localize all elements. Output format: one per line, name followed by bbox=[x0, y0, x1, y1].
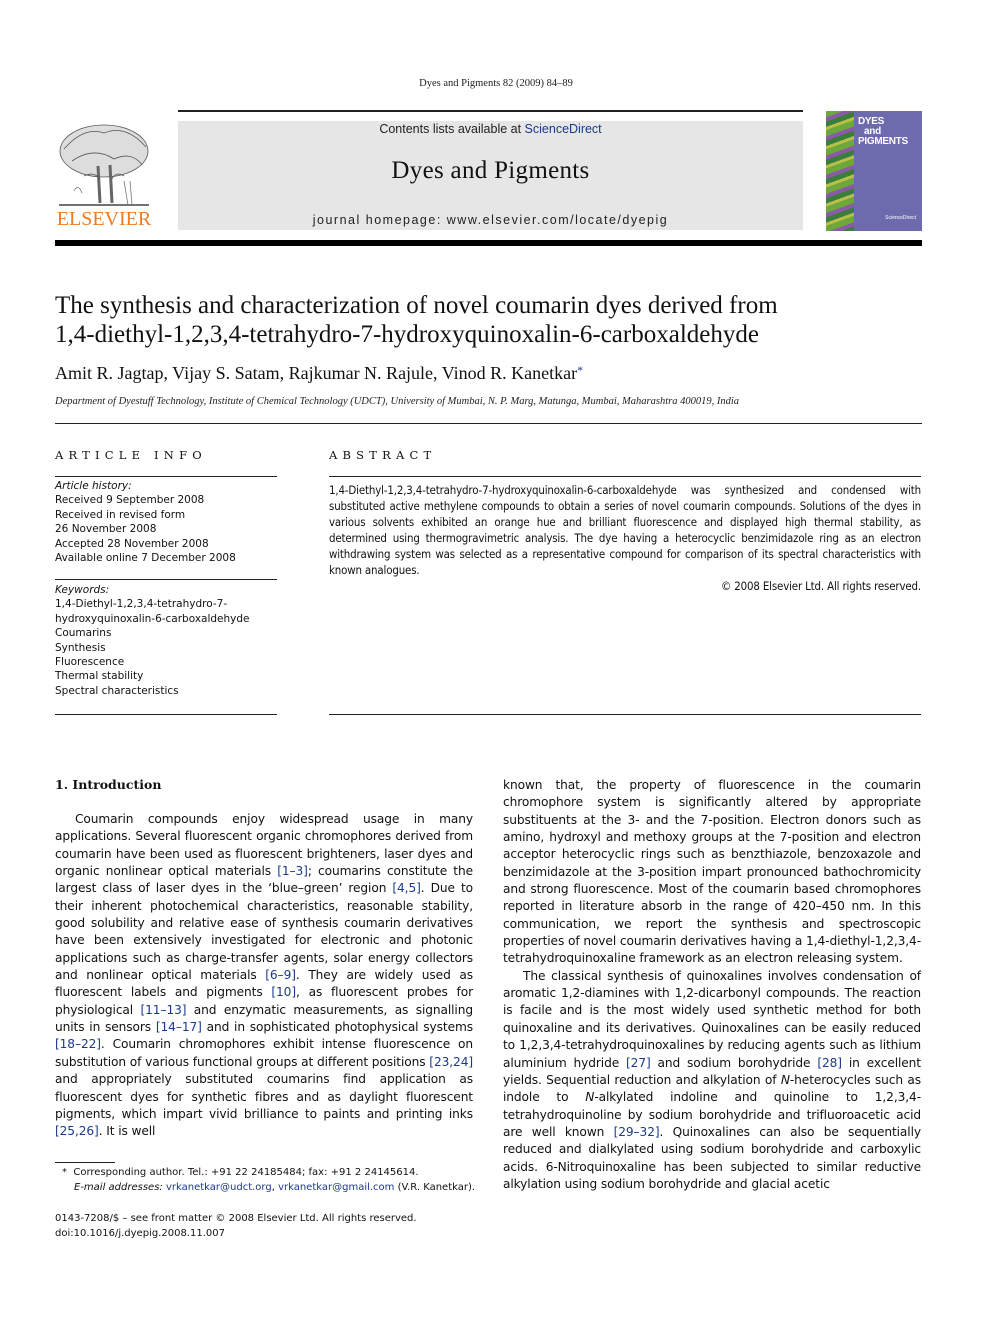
contents-prefix: Contents lists available at bbox=[379, 122, 525, 136]
footnote: * Corresponding author. Tel.: +91 22 241… bbox=[62, 1167, 476, 1193]
history-item: Accepted 28 November 2008 bbox=[55, 537, 209, 550]
citation-link[interactable]: [1–3] bbox=[277, 864, 308, 878]
author-list: Amit R. Jagtap, Vijay S. Satam, Rajkumar… bbox=[55, 363, 583, 384]
history-item: Available online 7 December 2008 bbox=[55, 552, 236, 565]
journal-banner: Contents lists available at ScienceDirec… bbox=[178, 121, 803, 230]
header-top-rule bbox=[178, 110, 803, 112]
keyword: 1,4-Diethyl-1,2,3,4-tetrahydro-7- bbox=[55, 598, 228, 611]
elsevier-wordmark: ELSEVIER bbox=[56, 208, 152, 230]
keywords-rule bbox=[55, 579, 277, 580]
body-text: The classical synthesis of quinoxalines … bbox=[503, 968, 921, 1070]
email-owner: (V.R. Kanetkar). bbox=[397, 1182, 476, 1193]
citation-link[interactable]: [18–22] bbox=[55, 1037, 101, 1051]
title-rule bbox=[55, 423, 922, 424]
article-info-rule bbox=[55, 476, 277, 477]
abstract-heading: ABSTRACT bbox=[329, 448, 437, 462]
keyword: Fluorescence bbox=[55, 656, 125, 669]
body-text: and sodium borohydride bbox=[650, 1055, 818, 1070]
running-head: Dyes and Pigments 82 (2009) 84–89 bbox=[419, 78, 573, 89]
journal-homepage[interactable]: journal homepage: www.elsevier.com/locat… bbox=[178, 213, 803, 227]
abstract-text: 1,4-Diethyl-1,2,3,4-tetrahydro-7-hydroxy… bbox=[329, 483, 921, 577]
corresponding-author-mark[interactable]: * bbox=[577, 363, 583, 377]
body-text: . It is well bbox=[98, 1124, 156, 1139]
history-item: Received in revised form bbox=[55, 508, 186, 521]
article-history: Article history: Received 9 September 20… bbox=[55, 479, 277, 565]
keywords: Keywords: 1,4-Diethyl-1,2,3,4-tetrahydro… bbox=[55, 583, 277, 698]
citation-link[interactable]: [11–13] bbox=[140, 1003, 186, 1017]
abstract-rule bbox=[329, 476, 921, 477]
keyword: Spectral characteristics bbox=[55, 684, 179, 697]
email-link-udct[interactable]: vrkanetkar@udct.org bbox=[166, 1182, 272, 1193]
cover-title-line: PIGMENTS bbox=[858, 136, 908, 147]
abstract-copyright: © 2008 Elsevier Ltd. All rights reserved… bbox=[721, 579, 921, 593]
keyword: Synthesis bbox=[55, 641, 106, 654]
citation-link[interactable]: [27] bbox=[626, 1056, 651, 1070]
intro-paragraph-3: The classical synthesis of quinoxalines … bbox=[503, 968, 921, 1193]
citation-link[interactable]: [6–9] bbox=[265, 968, 296, 982]
history-item: Received 9 September 2008 bbox=[55, 494, 205, 507]
header-bottom-rule bbox=[55, 240, 922, 246]
italic-text: N bbox=[585, 1090, 595, 1105]
cover-art bbox=[826, 111, 854, 231]
sciencedirect-link[interactable]: ScienceDirect bbox=[525, 122, 602, 136]
body-text: and in sophisticated photophysical syste… bbox=[201, 1020, 473, 1035]
history-item: 26 November 2008 bbox=[55, 523, 157, 536]
citation-link[interactable]: [10] bbox=[271, 985, 296, 999]
citation-link[interactable]: [28] bbox=[817, 1056, 842, 1070]
article-title: The synthesis and characterization of no… bbox=[55, 291, 935, 349]
corresponding-author-note: Corresponding author. Tel.: +91 22 24185… bbox=[73, 1167, 419, 1178]
authors-text: Amit R. Jagtap, Vijay S. Satam, Rajkumar… bbox=[55, 363, 578, 383]
keyword: Coumarins bbox=[55, 627, 112, 640]
intro-paragraph-1: Coumarin compounds enjoy widespread usag… bbox=[55, 811, 473, 1141]
issn-line: 0143-7208/$ – see front matter © 2008 El… bbox=[55, 1213, 417, 1224]
doi-link[interactable]: doi:10.1016/j.dyepig.2008.11.007 bbox=[55, 1226, 475, 1241]
citation-link[interactable]: [4,5] bbox=[392, 881, 421, 895]
journal-title: Dyes and Pigments bbox=[391, 157, 590, 184]
article-info-bottom-rule bbox=[55, 714, 277, 715]
email-link-gmail[interactable]: vrkanetkar@gmail.com bbox=[278, 1182, 394, 1193]
front-matter: 0143-7208/$ – see front matter © 2008 El… bbox=[55, 1211, 475, 1241]
journal-cover[interactable]: DYES and PIGMENTS ScienceDirect bbox=[826, 111, 922, 231]
keyword: hydroxyquinoxalin-6-carboxaldehyde bbox=[55, 612, 250, 625]
body-text: . Due to their inherent photochemical ch… bbox=[55, 881, 473, 983]
abstract-bottom-rule bbox=[329, 714, 921, 715]
contents-line: Contents lists available at ScienceDirec… bbox=[178, 122, 803, 136]
section-heading-introduction: 1. Introduction bbox=[55, 777, 162, 792]
keywords-label: Keywords: bbox=[55, 584, 110, 596]
intro-right-column: known that, the property of fluorescence… bbox=[503, 777, 921, 1193]
citation-link[interactable]: [25,26] bbox=[55, 1124, 99, 1138]
title-line-2: 1,4-diethyl-1,2,3,4-tetrahydro-7-hydroxy… bbox=[55, 321, 759, 348]
abstract: 1,4-Diethyl-1,2,3,4-tetrahydro-7-hydroxy… bbox=[329, 482, 921, 594]
footnote-rule bbox=[55, 1162, 115, 1163]
body-text: . Coumarin chromophores exhibit intense … bbox=[55, 1037, 473, 1069]
citation-link[interactable]: [29–32] bbox=[614, 1125, 660, 1139]
keyword: Thermal stability bbox=[55, 670, 144, 683]
intro-paragraph-2: known that, the property of fluorescence… bbox=[503, 778, 921, 966]
article-info-heading: ARTICLE INFO bbox=[55, 448, 207, 462]
history-label: Article history: bbox=[55, 480, 132, 492]
citation-link[interactable]: [23,24] bbox=[429, 1055, 473, 1069]
body-text: and appropriately substituted coumarins … bbox=[55, 1072, 473, 1121]
elsevier-tree-icon bbox=[59, 124, 149, 206]
affiliation: Department of Dyestuff Technology, Insti… bbox=[55, 396, 740, 407]
italic-text: N bbox=[780, 1072, 790, 1087]
footnote-mark: * bbox=[62, 1167, 67, 1178]
publisher-logo[interactable]: ELSEVIER bbox=[54, 121, 154, 231]
title-line-1: The synthesis and characterization of no… bbox=[55, 292, 778, 319]
cover-title: DYES and PIGMENTS bbox=[858, 117, 908, 147]
email-label: E-mail addresses: bbox=[74, 1182, 163, 1193]
cover-sciencedirect: ScienceDirect bbox=[885, 215, 916, 221]
intro-left-column: Coumarin compounds enjoy widespread usag… bbox=[55, 811, 473, 1141]
citation-link[interactable]: [14–17] bbox=[156, 1020, 202, 1034]
